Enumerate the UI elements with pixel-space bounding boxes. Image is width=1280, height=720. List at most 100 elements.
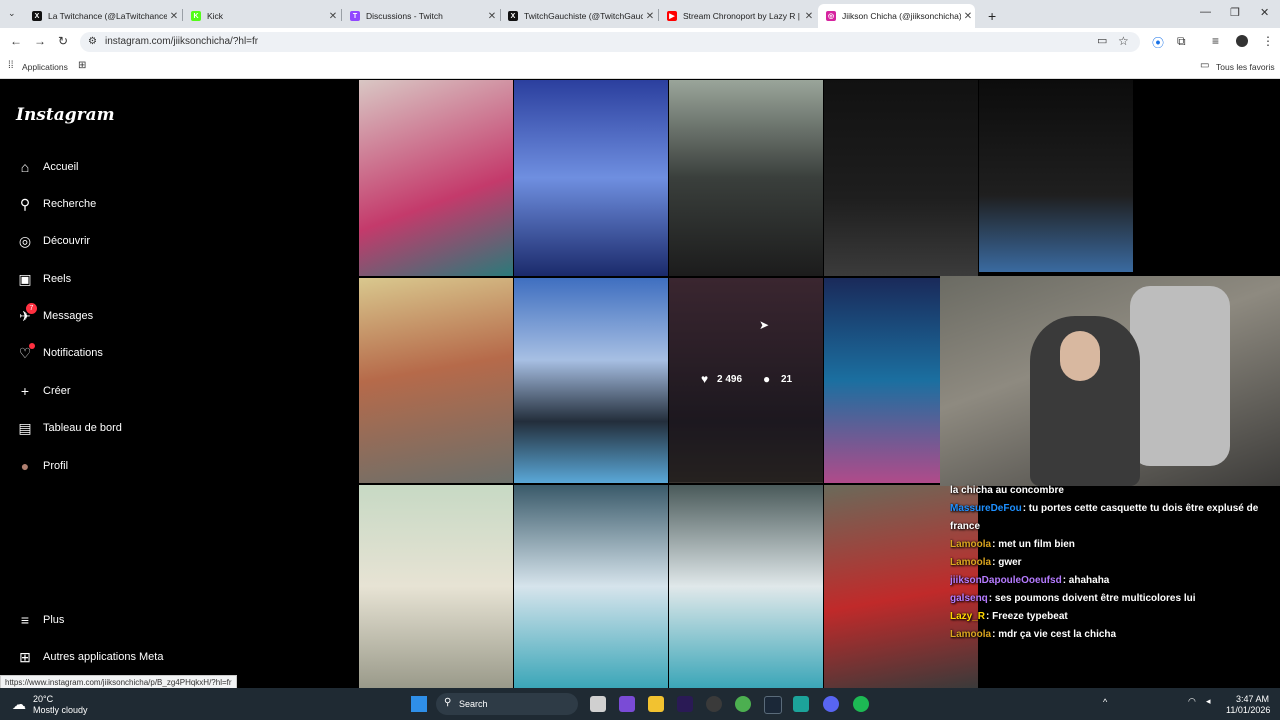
tab-close-icon[interactable]: ✕ [167, 11, 181, 22]
tab-close-icon[interactable]: ✕ [485, 11, 499, 22]
chat-text: : ahahaha [1062, 575, 1110, 586]
media-icon[interactable]: ≡ [1212, 34, 1219, 48]
address-bar[interactable]: ⚙ instagram.com/jiiksonchicha/?hl=fr [80, 32, 1140, 52]
restore-icon[interactable]: ❐ [1230, 6, 1240, 19]
post-thumbnail[interactable] [514, 485, 668, 688]
start-icon[interactable] [411, 696, 427, 712]
discord-icon[interactable] [823, 696, 839, 712]
tab-close-icon[interactable]: ✕ [802, 11, 816, 22]
wifi-icon[interactable]: ◠ [1188, 696, 1196, 707]
x-icon: X [32, 11, 42, 21]
apps-grid-icon[interactable]: ⁞⁞ [8, 60, 14, 71]
nav-label: Tableau de bord [43, 422, 122, 434]
post-thumbnail[interactable] [669, 485, 823, 688]
chat-message: Lamoola: gwer [950, 554, 1280, 572]
nav-messages[interactable]: ✈ 7 Messages [16, 303, 94, 327]
reading-list-icon[interactable]: ⊞ [78, 60, 86, 71]
back-icon[interactable]: ← [10, 34, 22, 48]
nav-label: Profil [43, 460, 69, 472]
post-thumbnail[interactable] [514, 278, 668, 483]
tab-title: Jiikson Chicha (@jiiksonchicha) [842, 11, 961, 21]
tab-4[interactable]: X TwitchGauchiste (@TwitchGauc ✕ [500, 4, 657, 28]
nav-notifications[interactable]: ♡ Notifications [16, 342, 103, 364]
tab-title: Kick [207, 11, 224, 21]
post-thumbnail[interactable] [979, 80, 1133, 272]
clock-time[interactable]: 3:47 AM [1236, 694, 1269, 704]
new-tab-button[interactable]: + [980, 4, 1000, 28]
post-thumbnail[interactable] [359, 278, 513, 483]
nav-recherche[interactable]: ⚲ Recherche [16, 193, 96, 215]
forward-icon[interactable]: → [34, 34, 46, 48]
volume-icon[interactable]: ◂ [1206, 696, 1211, 707]
profile-avatar[interactable] [1236, 35, 1248, 47]
tab-close-icon[interactable]: ✕ [961, 11, 975, 22]
weather-text: Mostly cloudy [33, 705, 88, 715]
notification-dot [29, 343, 35, 349]
chat-text: : Freeze typebeat [986, 611, 1068, 622]
nav-cr-er[interactable]: + Créer [16, 380, 71, 402]
nav-profil[interactable]: ● Profil [16, 455, 68, 477]
nav-reels[interactable]: ▣ Reels [16, 268, 71, 290]
minimize-icon[interactable]: — [1200, 6, 1211, 18]
webcam-face [1060, 331, 1100, 381]
tab-6[interactable]: ◎ Jiikson Chicha (@jiiksonchicha) ✕ [818, 4, 975, 28]
post-thumbnail[interactable] [514, 80, 668, 276]
nav-accueil[interactable]: ⌂ Accueil [16, 156, 79, 178]
post-thumbnail[interactable] [359, 485, 513, 688]
tab-close-icon[interactable]: ✕ [326, 11, 340, 22]
chat-message: MassureDeFou: tu portes cette casquette … [950, 500, 1280, 536]
close-window-icon[interactable]: ✕ [1260, 6, 1269, 19]
spotify-icon[interactable] [853, 696, 869, 712]
nav-d-couvrir[interactable]: ◎ Découvrir [16, 230, 90, 252]
steam-icon[interactable] [764, 696, 782, 714]
bookmark-apps[interactable]: Applications [22, 62, 68, 72]
task-view-icon[interactable] [590, 696, 606, 712]
home-icon: ⌂ [20, 159, 30, 175]
obs-icon[interactable] [706, 696, 722, 712]
kebab-menu-icon[interactable]: ⋮ [1262, 34, 1274, 48]
clock-date[interactable]: 11/01/2026 [1226, 705, 1270, 715]
site-info-icon[interactable]: ⚙ [88, 36, 97, 47]
nav-tableau-de-bord[interactable]: ▤ Tableau de bord [16, 417, 122, 439]
post-thumbnail[interactable] [824, 80, 978, 276]
app-icon[interactable] [793, 696, 809, 712]
nav-meta-apps[interactable]: ⊞ Autres applications Meta [16, 646, 163, 668]
chrome-icon[interactable] [735, 696, 751, 712]
weather-icon[interactable]: ☁ [12, 696, 26, 713]
post-thumbnail[interactable] [669, 80, 823, 276]
nav-label: Découvrir [43, 235, 91, 247]
tab-title: Discussions - Twitch [366, 11, 443, 21]
install-app-icon[interactable]: ▭ [1097, 34, 1107, 47]
puzzle-icon[interactable]: ⧉ [1177, 34, 1186, 49]
tab-search-icon[interactable]: ⌄ [8, 8, 16, 19]
post-thumbnail[interactable] [359, 80, 513, 276]
likes-heart-icon: ♥ [701, 372, 709, 386]
taskbar-search[interactable]: ⚲ Search [436, 693, 578, 715]
store-icon[interactable] [619, 696, 635, 712]
extension-icon[interactable]: ⦿ [1152, 34, 1164, 51]
bookmark-star-icon[interactable]: ☆ [1118, 34, 1129, 48]
nav-label: Plus [43, 614, 65, 626]
all-bookmarks[interactable]: Tous les favoris [1216, 62, 1275, 72]
tab-2[interactable]: K Kick ✕ [183, 4, 340, 28]
tab-close-icon[interactable]: ✕ [643, 11, 657, 22]
tab-5[interactable]: ▶ Stream Chronoport by Lazy R | ✕ [659, 4, 816, 28]
likes-count: 2 496 [717, 374, 743, 385]
instagram-logo[interactable]: Instagram [16, 105, 115, 125]
tray-chevron-icon[interactable]: ^ [1103, 697, 1107, 707]
chat-username: MassureDeFou [950, 503, 1022, 514]
nav-label: Accueil [43, 161, 79, 173]
search-glass-icon: ⚲ [444, 697, 452, 708]
explorer-icon[interactable] [648, 696, 664, 712]
chat-text: : ses poumons doivent être multicolores … [988, 593, 1196, 604]
post-hover-overlay[interactable]: ♥ 2 496 ● 21 [669, 278, 823, 482]
premiere-icon[interactable] [677, 696, 693, 712]
reload-icon[interactable]: ↻ [58, 34, 68, 48]
messages-badge: 7 [26, 303, 37, 314]
chat-username: Lamoola [950, 557, 992, 568]
nav-label: Messages [43, 310, 94, 322]
nav-menu[interactable]: ≡ Plus [16, 609, 65, 631]
tab-3[interactable]: T Discussions - Twitch ✕ [342, 4, 499, 28]
tab-1[interactable]: X La Twitchance (@LaTwitchance) / ✕ [24, 4, 181, 28]
url-text: instagram.com/jiiksonchicha/?hl=fr [105, 36, 259, 47]
